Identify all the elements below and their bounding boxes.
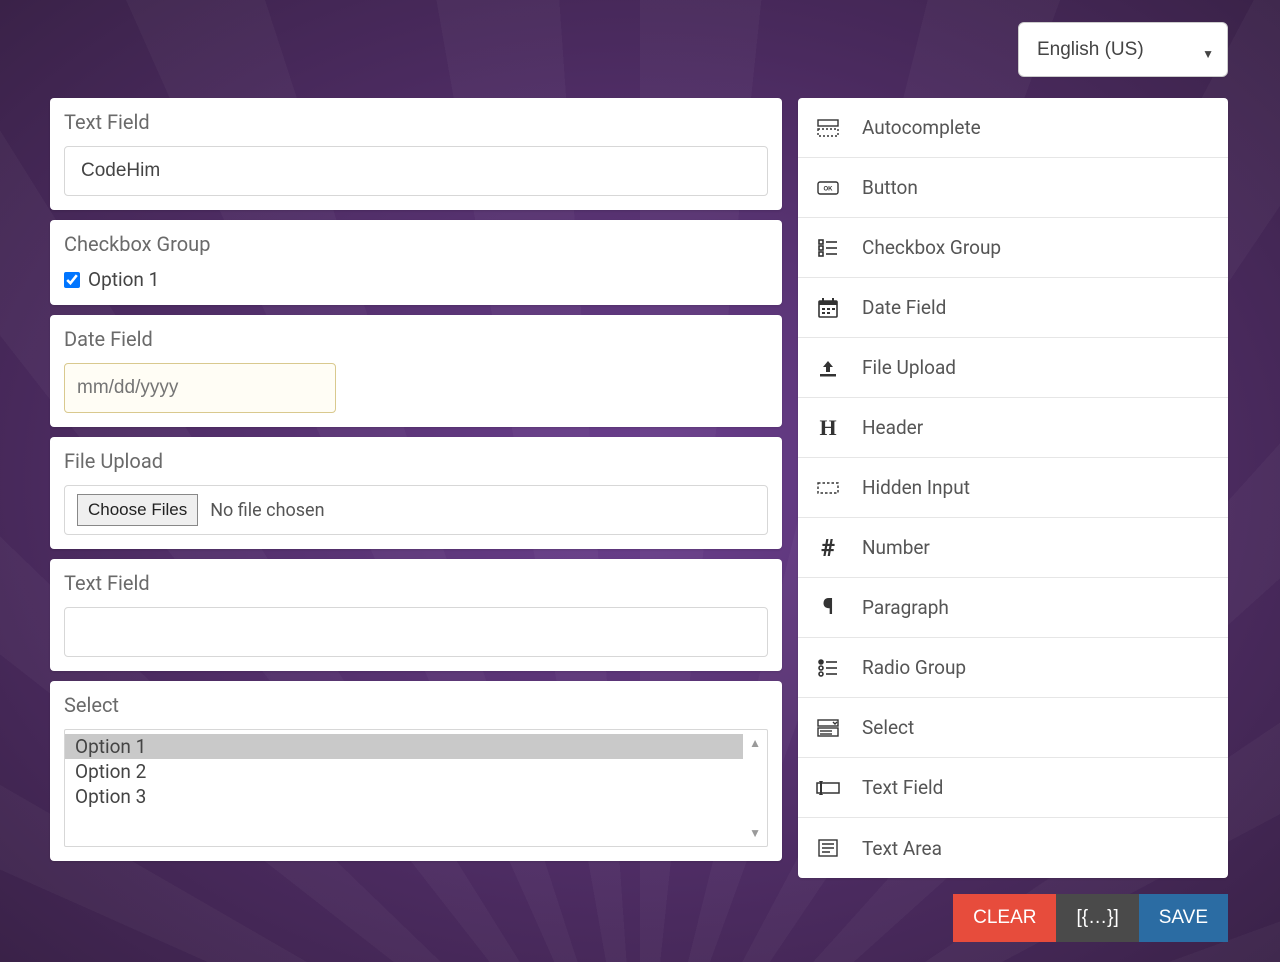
- scroll-up-icon[interactable]: ▲: [749, 736, 761, 750]
- palette-item-label: Select: [862, 716, 914, 739]
- select-listbox[interactable]: ▲ Option 1 Option 2 Option 3 ▼: [64, 729, 768, 847]
- clear-button[interactable]: CLEAR: [953, 894, 1056, 942]
- palette-item-label: Text Field: [862, 776, 943, 799]
- scroll-down-icon[interactable]: ▼: [749, 826, 761, 840]
- text-area-icon: [816, 839, 840, 857]
- palette-item-label: Number: [862, 536, 930, 559]
- radio-group-icon: [816, 659, 840, 677]
- control-palette: Autocomplete OK Button Checkbox Group Da…: [798, 98, 1228, 878]
- palette-item-date-field[interactable]: Date Field: [798, 278, 1228, 338]
- select-icon: [816, 719, 840, 737]
- header-icon: H: [816, 415, 840, 441]
- palette-item-checkbox-group[interactable]: Checkbox Group: [798, 218, 1228, 278]
- palette-item-button[interactable]: OK Button: [798, 158, 1228, 218]
- palette-item-text-area[interactable]: Text Area: [798, 818, 1228, 878]
- field-date[interactable]: Date Field: [50, 315, 782, 427]
- palette-item-label: Paragraph: [862, 596, 949, 619]
- select-option[interactable]: Option 1: [65, 734, 743, 759]
- pilcrow-icon: ¶: [816, 595, 840, 620]
- button-icon: OK: [816, 181, 840, 195]
- calendar-icon: [816, 298, 840, 318]
- field-label: Select: [64, 693, 768, 717]
- palette-item-radio-group[interactable]: Radio Group: [798, 638, 1228, 698]
- checkbox-input[interactable]: [64, 272, 80, 288]
- field-text-1[interactable]: Text Field: [50, 98, 782, 210]
- checkbox-group-icon: [816, 239, 840, 257]
- text-field-icon: [816, 781, 840, 795]
- palette-item-paragraph[interactable]: ¶ Paragraph: [798, 578, 1228, 638]
- save-button[interactable]: SAVE: [1139, 894, 1228, 942]
- palette-item-label: Hidden Input: [862, 476, 970, 499]
- palette-item-label: Header: [862, 416, 923, 439]
- language-select[interactable]: English (US): [1018, 22, 1228, 77]
- palette-item-autocomplete[interactable]: Autocomplete: [798, 98, 1228, 158]
- select-option[interactable]: Option 2: [65, 759, 743, 784]
- palette-item-label: Radio Group: [862, 656, 966, 679]
- palette-item-text-field[interactable]: Text Field: [798, 758, 1228, 818]
- file-status-text: No file chosen: [210, 500, 324, 521]
- palette-item-file-upload[interactable]: File Upload: [798, 338, 1228, 398]
- text-input[interactable]: [64, 607, 768, 657]
- palette-item-number[interactable]: # Number: [798, 518, 1228, 578]
- field-checkbox-group[interactable]: Checkbox Group Option 1: [50, 220, 782, 305]
- autocomplete-icon: [816, 119, 840, 137]
- text-input[interactable]: [64, 146, 768, 196]
- select-option[interactable]: Option 3: [65, 784, 743, 809]
- checkbox-option-label: Option 1: [88, 268, 159, 291]
- field-select[interactable]: Select ▲ Option 1 Option 2 Option 3 ▼: [50, 681, 782, 861]
- field-label: Checkbox Group: [64, 232, 768, 256]
- field-label: File Upload: [64, 449, 768, 473]
- hidden-input-icon: [816, 482, 840, 494]
- field-label: Text Field: [64, 110, 768, 134]
- action-bar: CLEAR [{…}] SAVE: [953, 894, 1228, 942]
- svg-text:OK: OK: [824, 186, 834, 192]
- field-label: Text Field: [64, 571, 768, 595]
- palette-item-hidden-input[interactable]: Hidden Input: [798, 458, 1228, 518]
- palette-item-label: Text Area: [862, 837, 942, 860]
- choose-files-button[interactable]: Choose Files: [77, 494, 198, 526]
- field-text-2[interactable]: Text Field: [50, 559, 782, 671]
- form-canvas: Text Field Checkbox Group Option 1 Date …: [50, 98, 782, 871]
- palette-item-label: File Upload: [862, 356, 956, 379]
- upload-icon: [816, 359, 840, 377]
- palette-item-label: Button: [862, 176, 918, 199]
- view-json-button[interactable]: [{…}]: [1056, 894, 1138, 942]
- palette-item-header[interactable]: H Header: [798, 398, 1228, 458]
- palette-item-label: Checkbox Group: [862, 236, 1001, 259]
- palette-item-label: Autocomplete: [862, 116, 981, 139]
- field-label: Date Field: [64, 327, 768, 351]
- palette-item-select[interactable]: Select: [798, 698, 1228, 758]
- field-file-upload[interactable]: File Upload Choose Files No file chosen: [50, 437, 782, 549]
- palette-item-label: Date Field: [862, 296, 946, 319]
- date-input[interactable]: [64, 363, 336, 413]
- checkbox-option[interactable]: Option 1: [64, 268, 768, 291]
- hash-icon: #: [816, 534, 840, 562]
- file-input-wrap[interactable]: Choose Files No file chosen: [64, 485, 768, 535]
